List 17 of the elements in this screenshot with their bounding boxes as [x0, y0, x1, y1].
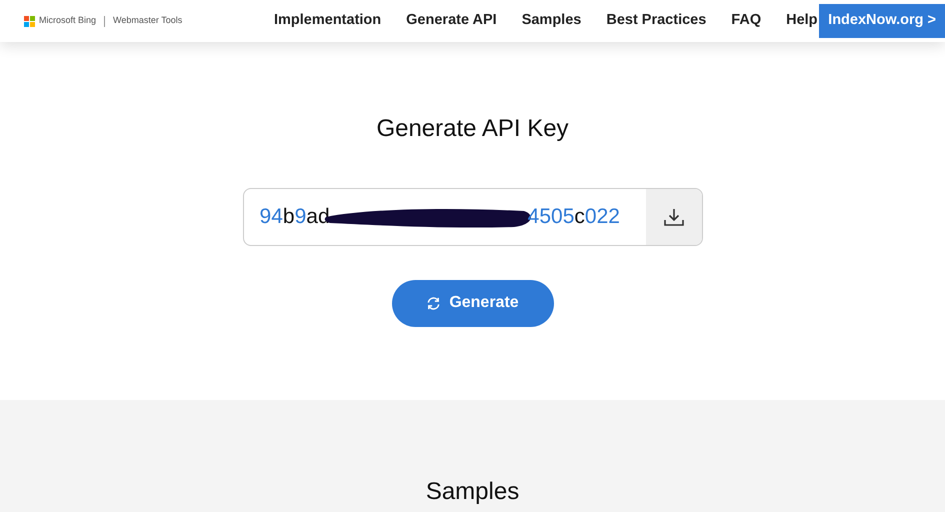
- nav-link[interactable]: Best Practices: [606, 10, 706, 32]
- brand-name: Microsoft Bing: [39, 14, 96, 28]
- section-title: Generate API Key: [376, 115, 569, 144]
- download-icon: [662, 206, 684, 227]
- nav-link[interactable]: Help: [786, 10, 818, 32]
- nav-link[interactable]: FAQ: [731, 10, 762, 32]
- refresh-icon: [426, 296, 442, 311]
- microsoft-logo-icon: [24, 16, 35, 26]
- nav-link[interactable]: Samples: [522, 10, 582, 32]
- api-key-text: 4505c022: [528, 204, 620, 230]
- download-button[interactable]: [646, 188, 702, 245]
- indexnow-link-button[interactable]: IndexNow.org >: [819, 4, 945, 38]
- nav-link[interactable]: Generate API: [406, 10, 497, 32]
- generate-button[interactable]: Generate: [392, 280, 554, 327]
- product-name: Webmaster Tools: [113, 14, 182, 28]
- nav-link[interactable]: Implementation: [274, 10, 382, 32]
- section-title: Samples: [426, 478, 520, 504]
